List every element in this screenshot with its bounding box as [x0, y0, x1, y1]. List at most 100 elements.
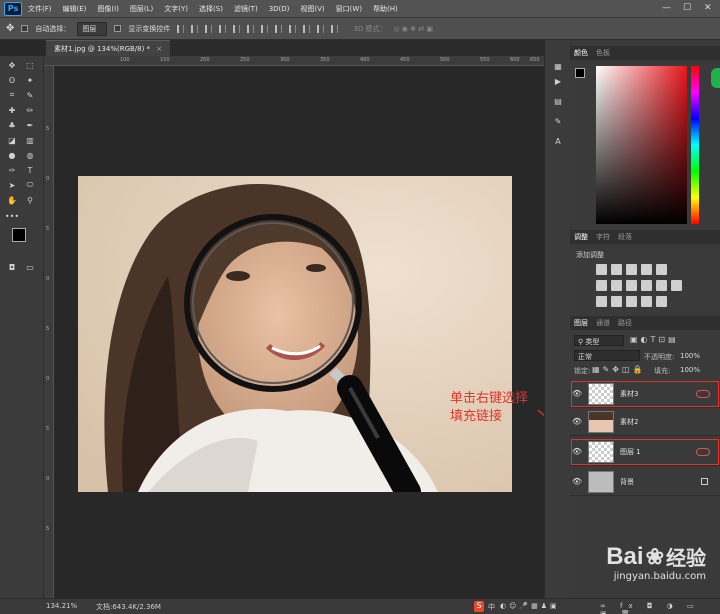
visibility-eye-icon[interactable]: 👁 [570, 447, 584, 456]
healing-brush-icon[interactable]: ✚ [6, 104, 18, 116]
tab-swatches[interactable]: 色板 [596, 48, 610, 58]
layer-row-background[interactable]: 👁 背景 [570, 468, 720, 496]
link-icon[interactable] [696, 447, 710, 456]
menu-select[interactable]: 选择(S) [199, 4, 223, 14]
path-select-icon[interactable]: ➤ [6, 179, 18, 191]
zoom-level[interactable]: 134.21% [46, 602, 77, 610]
black-white-icon[interactable] [626, 280, 637, 291]
invert-icon[interactable] [596, 296, 607, 307]
show-transform-checkbox[interactable] [114, 25, 122, 32]
pen-tool-icon[interactable]: ✑ [6, 164, 18, 176]
eraser-tool-icon[interactable]: ◪ [6, 134, 18, 146]
auto-select-dropdown[interactable]: 图层 [77, 21, 108, 36]
close-button[interactable]: ✕ [704, 3, 712, 13]
layer-row-layer1[interactable]: 👁 图层 1 [570, 438, 720, 466]
properties-panel-icon[interactable]: ▤ [552, 95, 564, 107]
menu-view[interactable]: 视图(V) [300, 4, 324, 14]
crop-tool-icon[interactable]: ⌗ [6, 89, 18, 101]
distribute-right-icon[interactable] [331, 24, 339, 33]
color-balance-icon[interactable] [611, 280, 622, 291]
hue-slider[interactable] [691, 66, 699, 224]
fill-value[interactable]: 100% [680, 366, 700, 374]
exposure-icon[interactable] [641, 264, 652, 275]
layer-filter-dropdown[interactable]: ⚲ 类型 [574, 335, 624, 346]
tab-adjustments[interactable]: 调整 [574, 232, 588, 242]
link-icon[interactable] [696, 389, 710, 398]
hue-saturation-icon[interactable] [596, 280, 607, 291]
curves-icon[interactable] [626, 264, 637, 275]
magic-wand-icon[interactable]: ✦ [24, 74, 36, 86]
history-brush-icon[interactable]: ✒ [24, 119, 36, 131]
history-panel-icon[interactable]: ▦ [552, 60, 564, 72]
tab-layers[interactable]: 图层 [574, 318, 588, 328]
move-tool-icon[interactable]: ✥ [6, 23, 14, 34]
document-image[interactable] [78, 176, 512, 492]
levels-icon[interactable] [611, 264, 622, 275]
blend-mode-dropdown[interactable]: 正常 [574, 350, 640, 361]
ellipse-tool-icon[interactable]: ⬭ [24, 179, 36, 191]
clone-stamp-icon[interactable]: ♣ [6, 119, 18, 131]
visibility-eye-icon[interactable]: 👁 [570, 389, 584, 398]
channel-mixer-icon[interactable] [656, 280, 667, 291]
fg-color-chip[interactable] [575, 68, 585, 78]
dodge-tool-icon[interactable]: ◍ [24, 149, 36, 161]
gradient-map-icon[interactable] [641, 296, 652, 307]
layer-filter-icons[interactable]: ▣◐T⊡▤ [630, 335, 679, 344]
layer-row-sucai2[interactable]: 👁 素材2 [570, 408, 720, 436]
align-hcenter-icon[interactable] [233, 24, 241, 33]
lasso-tool-icon[interactable]: ʘ [6, 74, 18, 86]
align-top-icon[interactable] [177, 24, 185, 33]
color-lookup-icon[interactable] [671, 280, 682, 291]
menu-window[interactable]: 窗口(W) [336, 4, 362, 14]
menu-filter[interactable]: 滤镜(T) [234, 4, 258, 14]
align-left-icon[interactable] [219, 24, 227, 33]
document-info[interactable]: 文档:643.4K/2.36M [96, 602, 161, 612]
menu-image[interactable]: 图像(I) [97, 4, 119, 14]
opacity-value[interactable]: 100% [680, 352, 700, 360]
distribute-bottom-icon[interactable] [289, 24, 297, 33]
menu-type[interactable]: 文字(Y) [164, 4, 188, 14]
vibrance-icon[interactable] [656, 264, 667, 275]
foreground-color-swatch[interactable] [12, 228, 26, 242]
quick-mask-icon[interactable]: ◘ [6, 261, 18, 273]
brush-panel-icon[interactable]: ✎ [552, 115, 564, 127]
selective-color-icon[interactable] [656, 296, 667, 307]
threshold-icon[interactable] [626, 296, 637, 307]
distribute-vcenter-icon[interactable] [275, 24, 283, 33]
character-panel-icon[interactable]: A [552, 135, 564, 147]
ime-logo-icon[interactable]: S [474, 601, 484, 612]
move-tool-icon[interactable]: ✥ [6, 59, 18, 71]
menu-edit[interactable]: 编辑(E) [63, 4, 87, 14]
close-tab-icon[interactable]: × [156, 45, 162, 53]
posterize-icon[interactable] [611, 296, 622, 307]
visibility-eye-icon[interactable]: 👁 [570, 417, 584, 426]
menu-3d[interactable]: 3D(D) [269, 5, 290, 13]
gradient-tool-icon[interactable]: ▥ [24, 134, 36, 146]
tab-color[interactable]: 颜色 [574, 48, 588, 58]
layer-actions-icons[interactable]: ∞ fx ◘ ◑ ▭ ▣ 🗑 [600, 602, 720, 614]
brush-tool-icon[interactable]: ✏ [24, 104, 36, 116]
eyedropper-icon[interactable]: ✎ [24, 89, 36, 101]
align-vcenter-icon[interactable] [191, 24, 199, 33]
tab-paths[interactable]: 路径 [618, 318, 632, 328]
distribute-top-icon[interactable] [261, 24, 269, 33]
ime-tray-icons[interactable]: ◐☺🎤▦♟▣ [500, 602, 560, 610]
3d-rotate-icon[interactable]: ◎ ◉ ✥ ⇄ ▣ [393, 25, 432, 33]
photo-filter-icon[interactable] [641, 280, 652, 291]
tab-character[interactable]: 字符 [596, 232, 610, 242]
tab-paragraph[interactable]: 段落 [618, 232, 632, 242]
brightness-icon[interactable] [596, 264, 607, 275]
minimize-button[interactable]: — [662, 3, 671, 13]
more-tools-icon[interactable]: ••• [5, 210, 19, 222]
document-tab[interactable]: 素材1.jpg @ 134%(RGB/8) * × [46, 40, 171, 56]
ime-label[interactable]: 中 [488, 602, 495, 612]
hand-tool-icon[interactable]: ✋ [6, 194, 18, 206]
marquee-tool-icon[interactable]: ⬚ [24, 59, 36, 71]
align-bottom-icon[interactable] [205, 24, 213, 33]
layer-row-sucai3[interactable]: 👁 素材3 [570, 380, 720, 408]
screen-mode-icon[interactable]: ▭ [24, 261, 36, 273]
visibility-eye-icon[interactable]: 👁 [570, 477, 584, 486]
menu-file[interactable]: 文件(F) [28, 4, 52, 14]
zoom-tool-icon[interactable]: ⚲ [24, 194, 36, 206]
distribute-left-icon[interactable] [303, 24, 311, 33]
